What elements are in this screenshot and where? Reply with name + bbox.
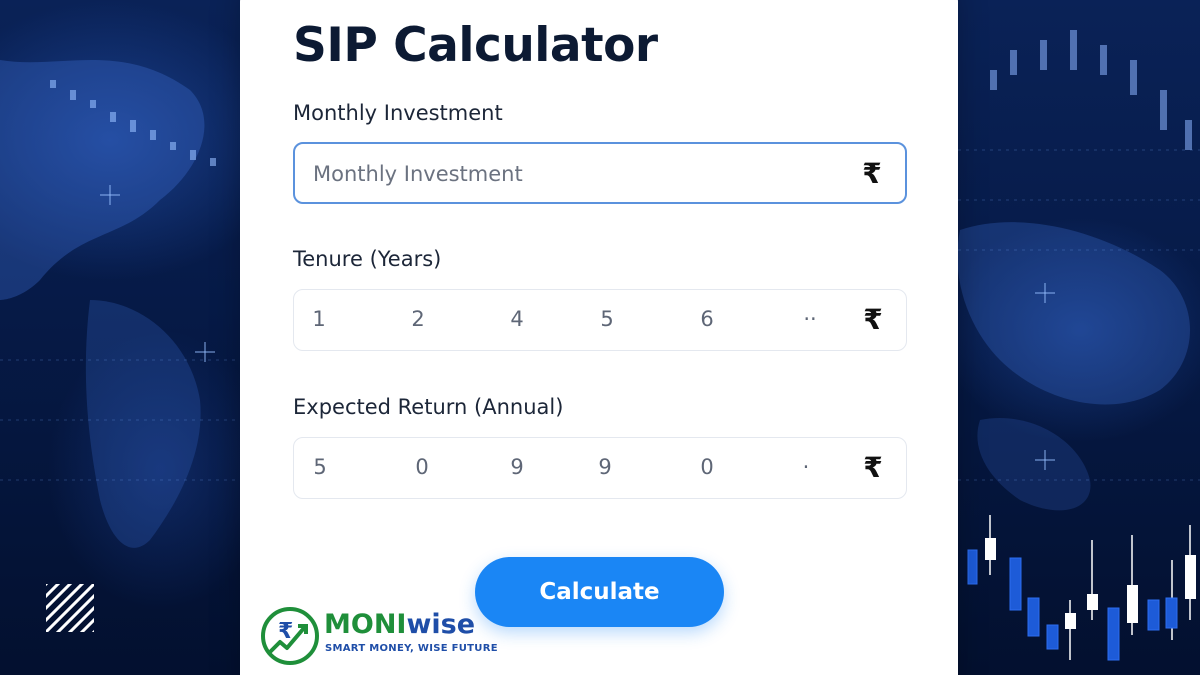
tenure-option[interactable]: 5 <box>587 307 627 331</box>
monthly-investment-label: Monthly Investment <box>293 101 503 125</box>
expected-return-more-indicator: · <box>802 455 810 479</box>
expected-return-option[interactable]: 0 <box>687 455 727 479</box>
monthly-investment-input[interactable] <box>313 159 833 189</box>
rupee-icon: ₹ <box>862 157 882 190</box>
moniwise-logo-icon: ₹ <box>261 607 319 665</box>
tenure-option[interactable]: 6 <box>687 307 727 331</box>
tenure-selector[interactable]: 1 2 4 5 6 ·· ₹ <box>293 289 907 351</box>
brand-name-part1: MONI <box>324 609 407 640</box>
logo-rupee-symbol: ₹ <box>278 619 293 644</box>
expected-return-option[interactable]: 0 <box>402 455 442 479</box>
expected-return-option[interactable]: 9 <box>585 455 625 479</box>
rupee-icon: ₹ <box>863 451 883 484</box>
expected-return-label: Expected Return (Annual) <box>293 395 564 419</box>
tenure-option[interactable]: 1 <box>299 307 339 331</box>
expected-return-option[interactable]: 5 <box>300 455 340 479</box>
rupee-icon: ₹ <box>863 303 883 336</box>
hatch-pattern-icon <box>46 584 94 632</box>
tenure-more-indicator: ·· <box>803 307 817 331</box>
expected-return-selector[interactable]: 5 0 9 9 0 · ₹ <box>293 437 907 499</box>
brand-tagline: SMART MONEY, WISE FUTURE <box>325 643 498 654</box>
expected-return-option[interactable]: 9 <box>497 455 537 479</box>
page-title: SIP Calculator <box>293 18 658 73</box>
tenure-option[interactable]: 4 <box>497 307 537 331</box>
monthly-investment-field: ₹ <box>293 142 907 204</box>
calculate-button[interactable]: Calculate <box>475 557 724 627</box>
tenure-label: Tenure (Years) <box>293 247 442 271</box>
brand-name-part2: wise <box>406 609 476 640</box>
brand-name: MONIwise <box>324 609 475 640</box>
tenure-option[interactable]: 2 <box>398 307 438 331</box>
